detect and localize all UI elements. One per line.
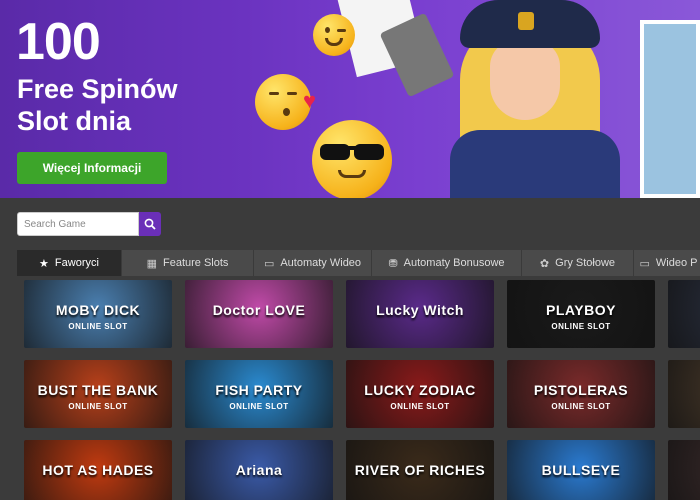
search-icon xyxy=(144,218,156,230)
coins-icon: ⛃ xyxy=(388,257,398,270)
game-tile[interactable]: RIVER OF RICHES xyxy=(346,440,494,500)
game-tile[interactable]: BULLSEYE xyxy=(507,440,655,500)
wink-emoji-icon xyxy=(313,14,355,56)
game-title: Ariana xyxy=(235,462,283,478)
game-tile[interactable]: Lucky Witch xyxy=(346,280,494,348)
game-title: Lucky Witch xyxy=(376,302,464,318)
monitor-icon: ▭ xyxy=(263,257,275,270)
game-tile[interactable]: MOBY DICK ONLINE SLOT xyxy=(24,280,172,348)
game-tile[interactable]: Doctor LOVE xyxy=(185,280,333,348)
game-title: FISH PARTY xyxy=(215,382,303,398)
game-title: LUCKY ZODIAC xyxy=(364,382,476,398)
game-tile[interactable] xyxy=(668,280,700,348)
tab-feature-slots[interactable]: ▦ Feature Slots xyxy=(122,250,254,276)
search-button[interactable] xyxy=(139,212,161,236)
game-tile[interactable] xyxy=(668,440,700,500)
police-woman-illustration xyxy=(420,0,640,198)
game-subtitle: ONLINE SLOT xyxy=(551,402,611,411)
search-input[interactable] xyxy=(17,212,139,236)
game-title: BUST THE BANK xyxy=(37,382,159,398)
game-tile[interactable]: FISH PARTY ONLINE SLOT xyxy=(185,360,333,428)
tab-wideo-p[interactable]: ▭ Wideo P xyxy=(634,250,700,276)
building-illustration xyxy=(640,20,700,198)
star-icon: ★ xyxy=(39,257,49,270)
game-tile[interactable] xyxy=(668,360,700,428)
hero-line-2: Slot dnia xyxy=(17,106,131,136)
game-title: BULLSEYE xyxy=(541,462,621,478)
tab-label: Gry Stołowe xyxy=(555,257,616,269)
tab-label: Wideo P xyxy=(655,257,698,269)
tab-automaty-bonusowe[interactable]: ⛃ Automaty Bonusowe xyxy=(372,250,522,276)
game-subtitle: ONLINE SLOT xyxy=(68,402,128,411)
hero-number: 100 xyxy=(16,13,101,71)
page: 100 Free Spinów Slot dnia Więcej Informa… xyxy=(0,0,700,500)
game-subtitle: ONLINE SLOT xyxy=(551,322,611,331)
hero-line-1: Free Spinów xyxy=(17,74,178,104)
game-title: PLAYBOY xyxy=(546,302,616,318)
game-title: MOBY DICK xyxy=(55,302,141,318)
monitor-icon: ▭ xyxy=(639,257,650,270)
heart-icon: ♥ xyxy=(303,88,317,113)
game-title: Doctor LOVE xyxy=(212,302,306,318)
game-tile[interactable]: LUCKY ZODIAC ONLINE SLOT xyxy=(346,360,494,428)
game-tile[interactable]: Ariana xyxy=(185,440,333,500)
calendar-icon: ▦ xyxy=(146,257,157,270)
tab-label: Faworyci xyxy=(54,257,99,269)
hero-banner: 100 Free Spinów Slot dnia Więcej Informa… xyxy=(0,0,700,198)
game-title: HOT AS HADES xyxy=(42,462,154,478)
game-subtitle: ONLINE SLOT xyxy=(390,402,450,411)
category-tabs: ★ Faworyci ▦ Feature Slots ▭ Automaty Wideo ⛃ A… xyxy=(17,250,700,276)
game-tile[interactable]: HOT AS HADES xyxy=(24,440,172,500)
game-tile[interactable]: PLAYBOY ONLINE SLOT xyxy=(507,280,655,348)
game-tile[interactable]: PISTOLERAS ONLINE SLOT xyxy=(507,360,655,428)
game-lobby: ★ Faworyci ▦ Feature Slots ▭ Automaty Wideo ⛃ A… xyxy=(0,198,700,500)
more-info-button[interactable]: Więcej Informacji xyxy=(17,152,167,184)
sunglasses-emoji-icon xyxy=(312,120,392,198)
game-subtitle: ONLINE SLOT xyxy=(229,402,289,411)
tab-label: Automaty Wideo xyxy=(280,257,362,269)
game-title: RIVER OF RICHES xyxy=(354,462,486,478)
chips-icon: ✿ xyxy=(539,257,550,270)
game-subtitle: ONLINE SLOT xyxy=(68,322,128,331)
game-tile[interactable]: BUST THE BANK ONLINE SLOT xyxy=(24,360,172,428)
search-bar xyxy=(17,212,161,236)
tab-faworyci[interactable]: ★ Faworyci xyxy=(17,250,122,276)
tab-label: Feature Slots xyxy=(162,257,229,269)
game-title: PISTOLERAS xyxy=(533,382,629,398)
tab-gry-sto-owe[interactable]: ✿ Gry Stołowe xyxy=(522,250,634,276)
tab-automaty-wideo[interactable]: ▭ Automaty Wideo xyxy=(254,250,372,276)
tab-label: Automaty Bonusowe xyxy=(403,257,505,269)
